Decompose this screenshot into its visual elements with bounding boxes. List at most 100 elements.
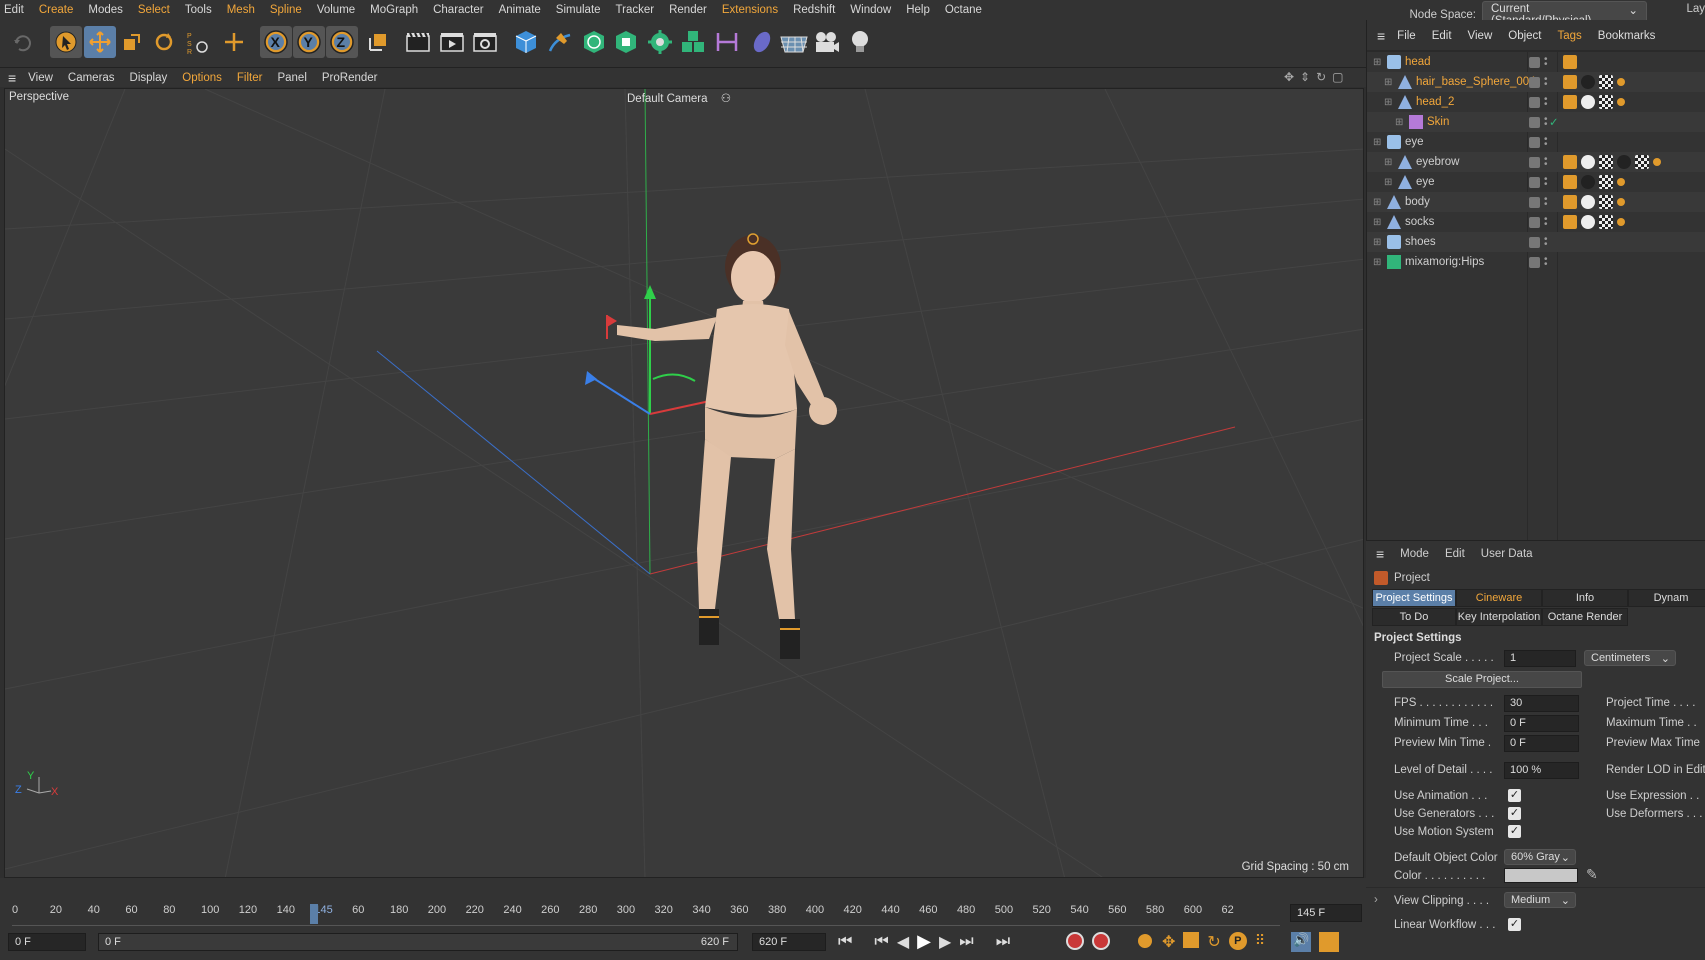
layout-menu[interactable]: Lay xyxy=(1686,3,1705,15)
material-tag-icon[interactable] xyxy=(1563,155,1577,169)
object-row[interactable]: ⊞ shoes • • xyxy=(1367,232,1705,252)
scale-project-button[interactable]: Scale Project... xyxy=(1382,671,1582,688)
visibility-dots-icon[interactable]: • • xyxy=(1544,115,1548,130)
keyframe-selection-icon[interactable] xyxy=(1136,932,1154,950)
menu-modes[interactable]: Modes xyxy=(88,4,123,16)
menu-select[interactable]: Select xyxy=(138,4,170,16)
edit-visibility-icon[interactable] xyxy=(1529,196,1540,208)
goto-start-icon[interactable]: ⏮ xyxy=(838,933,852,951)
viewport-menu-view[interactable]: View xyxy=(28,72,53,84)
expand-icon[interactable]: ⊞ xyxy=(1373,237,1381,248)
menu-simulate[interactable]: Simulate xyxy=(556,4,601,16)
material-tag-icon[interactable] xyxy=(1581,155,1595,169)
extrude-icon[interactable] xyxy=(610,26,642,58)
key-pla-icon[interactable]: ⠿ xyxy=(1255,932,1265,952)
object-name[interactable]: socks xyxy=(1405,216,1434,228)
goto-end-icon[interactable]: ⏭ xyxy=(996,933,1010,951)
timeline-playhead[interactable] xyxy=(310,904,318,924)
object-row[interactable]: ⊞ socks • • xyxy=(1367,212,1705,232)
object-row[interactable]: ⊞ Skin • • ✓ xyxy=(1367,112,1705,132)
om-menu-tags[interactable]: Tags xyxy=(1558,30,1582,42)
record-icon[interactable] xyxy=(1066,932,1084,950)
tab-dynamics[interactable]: Dynam xyxy=(1628,589,1705,607)
material-tag-icon[interactable] xyxy=(1599,95,1613,109)
use-generators-checkbox[interactable]: ✓ xyxy=(1508,807,1521,820)
scale-icon[interactable] xyxy=(116,26,148,58)
material-tag-icon[interactable] xyxy=(1599,175,1613,189)
edit-visibility-icon[interactable] xyxy=(1529,136,1540,148)
camera-switch-icon[interactable]: ⚇ xyxy=(721,93,731,105)
visibility-dots-icon[interactable]: • • xyxy=(1544,155,1548,170)
visibility-dots-icon[interactable]: • • xyxy=(1544,235,1548,250)
menu-render[interactable]: Render xyxy=(669,4,707,16)
material-tag-icon[interactable] xyxy=(1563,95,1577,109)
material-tag-icon[interactable] xyxy=(1581,215,1595,229)
object-name[interactable]: body xyxy=(1405,196,1430,208)
y-axis-icon[interactable]: Y xyxy=(293,26,325,58)
object-row[interactable]: ⊞ body • • xyxy=(1367,192,1705,212)
viewport-menu-filter[interactable]: Filter xyxy=(237,72,263,84)
expand-icon[interactable]: ⊞ xyxy=(1384,157,1392,168)
move-icon[interactable] xyxy=(84,26,116,58)
render-view-icon[interactable] xyxy=(402,26,434,58)
end-frame-field[interactable]: 145 F xyxy=(1290,904,1362,922)
render-settings-icon[interactable] xyxy=(469,26,501,58)
visibility-dots-icon[interactable]: • • xyxy=(1544,175,1548,190)
viewport-menu-prorender[interactable]: ProRender xyxy=(322,72,378,84)
material-tag-icon[interactable] xyxy=(1563,175,1577,189)
cube-icon[interactable] xyxy=(510,26,542,58)
menu-mesh[interactable]: Mesh xyxy=(227,4,255,16)
material-tag-icon[interactable] xyxy=(1617,198,1625,206)
linear-workflow-checkbox[interactable]: ✓ xyxy=(1508,918,1521,931)
expand-icon[interactable]: ⊞ xyxy=(1373,217,1381,228)
material-tag-icon[interactable] xyxy=(1617,98,1625,106)
timeline-settings-icon[interactable] xyxy=(1319,932,1340,952)
material-tag-icon[interactable] xyxy=(1599,215,1613,229)
visibility-dots-icon[interactable]: • • xyxy=(1544,95,1548,110)
start-frame-field[interactable]: 0 F xyxy=(8,933,86,951)
material-tag-icon[interactable] xyxy=(1581,175,1595,189)
material-tag-icon[interactable] xyxy=(1581,195,1595,209)
material-tag-icon[interactable] xyxy=(1617,178,1625,186)
visibility-dots-icon[interactable]: • • xyxy=(1544,195,1548,210)
object-name[interactable]: eye xyxy=(1405,136,1424,148)
object-row[interactable]: ⊞ mixamorig:Hips • • xyxy=(1367,252,1705,272)
menu-character[interactable]: Character xyxy=(433,4,484,16)
material-tag-icon[interactable] xyxy=(1599,155,1613,169)
material-tag-icon[interactable] xyxy=(1635,155,1649,169)
viewport-nav-icons[interactable]: ✥⇕↻▢ xyxy=(1284,70,1350,84)
tab-project-settings[interactable]: Project Settings xyxy=(1372,589,1456,607)
autokey-icon[interactable] xyxy=(1092,932,1110,950)
menu-tools[interactable]: Tools xyxy=(185,4,212,16)
camera-icon[interactable] xyxy=(811,26,843,58)
menu-mode[interactable]: Mode xyxy=(1400,548,1429,560)
next-key-icon[interactable]: ⏭ xyxy=(959,933,973,951)
menu-edit[interactable]: Edit xyxy=(4,4,24,16)
fps-field[interactable]: 30 xyxy=(1504,695,1579,712)
viewport-menu-cameras[interactable]: Cameras xyxy=(68,72,115,84)
menu-mograph[interactable]: MoGraph xyxy=(370,4,418,16)
object-name[interactable]: Skin xyxy=(1427,116,1449,128)
pen-icon[interactable] xyxy=(544,26,576,58)
z-axis-icon[interactable]: Z xyxy=(326,26,358,58)
expand-icon[interactable]: ⊞ xyxy=(1373,137,1381,148)
project-scale-field[interactable]: 1 xyxy=(1504,650,1576,667)
edit-visibility-icon[interactable] xyxy=(1529,236,1540,248)
edit-visibility-icon[interactable] xyxy=(1529,56,1540,68)
mograph-icon[interactable] xyxy=(677,26,709,58)
material-tag-icon[interactable] xyxy=(1617,78,1625,86)
material-tag-icon[interactable] xyxy=(1617,155,1631,169)
next-frame-icon[interactable]: ▶ xyxy=(939,932,951,952)
visibility-dots-icon[interactable]: • • xyxy=(1544,75,1548,90)
om-menu-bookmarks[interactable]: Bookmarks xyxy=(1598,30,1656,42)
hamburger-icon[interactable]: ≡ xyxy=(1376,546,1384,562)
hamburger-icon[interactable]: ≡ xyxy=(1377,28,1385,44)
menu-extensions[interactable]: Extensions xyxy=(722,4,778,16)
object-row[interactable]: ⊞ eyebrow • • xyxy=(1367,152,1705,172)
hamburger-icon[interactable]: ≡ xyxy=(8,70,16,86)
min-time-field[interactable]: 0 F xyxy=(1504,715,1579,732)
menu-window[interactable]: Window xyxy=(850,4,891,16)
key-param-icon[interactable]: P xyxy=(1228,932,1247,950)
viewport-menu-display[interactable]: Display xyxy=(130,72,168,84)
tab-cineware[interactable]: Cineware xyxy=(1456,589,1542,607)
